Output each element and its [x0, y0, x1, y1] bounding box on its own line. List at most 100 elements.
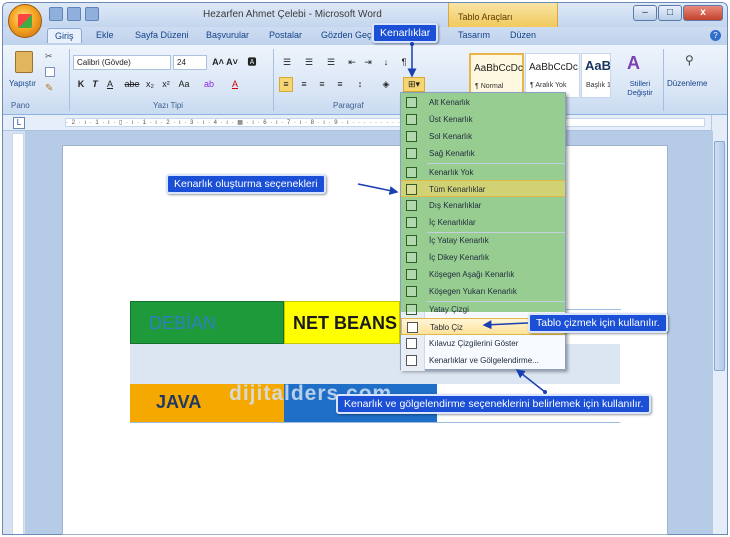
- menu-item-label: Kenarlıklar ve Gölgelendirme...: [429, 356, 539, 365]
- highlight-icon[interactable]: ab: [199, 77, 219, 92]
- underline-button[interactable]: A: [103, 77, 117, 92]
- subscript-button[interactable]: x₂: [143, 77, 157, 92]
- font-name-combo[interactable]: Calibri (Gövde): [73, 55, 171, 70]
- close-button[interactable]: x: [683, 5, 723, 21]
- menu-item-inside-borders[interactable]: İç Kenarlıklar: [401, 214, 565, 231]
- menu-item-label: Kılavuz Çizgilerini Göster: [429, 339, 519, 348]
- style-preview: AaBbCcDc: [474, 63, 523, 74]
- menu-item-all-borders[interactable]: Tüm Kenarlıklar: [401, 180, 565, 197]
- tab-insert[interactable]: Ekle: [96, 30, 114, 40]
- borders-button[interactable]: ⊞▾: [403, 77, 425, 92]
- inside-horizontal-icon: [406, 235, 417, 246]
- editing-button[interactable]: ⚲ Düzenleme: [667, 51, 717, 99]
- increase-indent-icon[interactable]: ⇥: [361, 55, 375, 70]
- align-center-icon[interactable]: ≡: [297, 77, 311, 92]
- menu-item-label: Sağ Kenarlık: [429, 149, 475, 158]
- cut-icon[interactable]: ✂: [45, 51, 55, 61]
- table-cell-debian[interactable]: DEBİAN: [130, 301, 284, 344]
- menu-item-label: Alt Kenarlık: [429, 98, 470, 107]
- inside-vertical-icon: [406, 252, 417, 263]
- office-logo-icon: [18, 14, 32, 28]
- italic-button[interactable]: T: [89, 77, 101, 92]
- tab-review[interactable]: Gözden Geçi: [321, 30, 374, 40]
- tab-selector-icon[interactable]: L: [13, 117, 25, 129]
- top-border-icon: [406, 114, 417, 125]
- menu-item-inside-vertical[interactable]: İç Dikey Kenarlık: [401, 249, 565, 266]
- sort-icon[interactable]: ↓: [379, 55, 393, 70]
- clear-format-icon[interactable]: 🅰: [243, 55, 261, 70]
- office-button[interactable]: [8, 4, 42, 38]
- all-borders-icon: [406, 184, 417, 195]
- style-heading-1[interactable]: AaBbC( Başlık 1: [581, 53, 611, 98]
- tab-mailings[interactable]: Postalar: [269, 30, 302, 40]
- left-border-icon: [406, 131, 417, 142]
- numbering-icon[interactable]: ☰: [301, 55, 317, 70]
- menu-item-top-border[interactable]: Üst Kenarlık: [401, 111, 565, 128]
- window-title: Hezarfen Ahmet Çelebi - Microsoft Word: [203, 9, 382, 20]
- scroll-thumb[interactable]: [714, 141, 725, 371]
- menu-item-label: Tablo Çiz: [430, 323, 463, 332]
- horizontal-line-icon: [406, 304, 417, 315]
- no-border-icon: [406, 167, 417, 178]
- format-painter-icon[interactable]: ✎: [45, 83, 55, 94]
- clipboard-group-label: Pano: [11, 101, 30, 110]
- tab-page-layout[interactable]: Sayfa Düzeni: [135, 30, 189, 40]
- bold-button[interactable]: K: [75, 77, 87, 92]
- menu-item-label: Yatay Çizgi: [429, 305, 469, 314]
- window-controls: – □ x: [633, 5, 723, 21]
- multilevel-list-icon[interactable]: ☰: [323, 55, 339, 70]
- save-icon[interactable]: [49, 7, 63, 21]
- separator: [69, 49, 70, 111]
- bullets-icon[interactable]: ☰: [279, 55, 295, 70]
- table-cell-netbeans[interactable]: NET BEANS: [284, 301, 400, 344]
- paste-label: Yapıştır: [9, 79, 36, 88]
- ribbon: Yapıştır ✂ ✎ Pano Calibri (Gövde) 24 A˄ …: [3, 45, 727, 115]
- cell-text: NET BEANS: [293, 313, 398, 333]
- copy-icon[interactable]: [45, 67, 55, 77]
- tab-references[interactable]: Başvurular: [206, 30, 249, 40]
- document-page[interactable]: DEBİAN NET BEANS JAVA dijitalders.com: [62, 145, 668, 535]
- menu-item-inside-horizontal[interactable]: İç Yatay Kenarlık: [401, 232, 565, 249]
- menu-item-diagonal-up[interactable]: Köşegen Yukarı Kenarlık: [401, 283, 565, 300]
- justify-icon[interactable]: ≡: [333, 77, 347, 92]
- decrease-indent-icon[interactable]: ⇤: [345, 55, 359, 70]
- superscript-button[interactable]: x²: [159, 77, 173, 92]
- menu-item-bottom-border[interactable]: Alt Kenarlık: [401, 94, 565, 111]
- vertical-scrollbar[interactable]: [711, 115, 727, 534]
- change-case-button[interactable]: Aa: [176, 77, 192, 92]
- tab-home[interactable]: Giriş: [47, 28, 82, 43]
- paste-button[interactable]: Yapıştır: [9, 49, 41, 97]
- shading-icon[interactable]: ◈: [377, 77, 395, 92]
- help-icon[interactable]: ?: [710, 30, 721, 41]
- align-left-icon[interactable]: ≡: [279, 77, 293, 92]
- menu-item-borders-and-shading[interactable]: Kenarlıklar ve Gölgelendirme...: [401, 352, 565, 369]
- menu-item-outside-borders[interactable]: Dış Kenarlıklar: [401, 197, 565, 214]
- menu-item-right-border[interactable]: Sağ Kenarlık: [401, 145, 565, 162]
- menu-item-label: Köşegen Yukarı Kenarlık: [429, 287, 517, 296]
- menu-item-left-border[interactable]: Sol Kenarlık: [401, 128, 565, 145]
- font-size-combo[interactable]: 24: [173, 55, 207, 70]
- menu-item-no-border[interactable]: Kenarlık Yok: [401, 164, 565, 181]
- line-spacing-icon[interactable]: ↕: [351, 77, 369, 92]
- callout-borders-shading: Kenarlık ve gölgelendirme seçeneklerini …: [336, 394, 652, 414]
- show-marks-icon[interactable]: ¶: [397, 55, 411, 70]
- menu-item-view-gridlines[interactable]: Kılavuz Çizgilerini Göster: [401, 335, 565, 352]
- minimize-button[interactable]: –: [633, 5, 657, 21]
- outside-borders-icon: [406, 200, 417, 211]
- tab-design[interactable]: Tasarım: [458, 30, 490, 40]
- horizontal-ruler[interactable]: L · 2 · ı · 1 · ı · ▯ · ı · 1 · ı · 2 · …: [3, 115, 727, 131]
- undo-icon[interactable]: [67, 7, 81, 21]
- align-right-icon[interactable]: ≡: [315, 77, 329, 92]
- draw-table-icon: [407, 322, 418, 333]
- editing-label: Düzenleme: [667, 79, 708, 88]
- grow-shrink-font-buttons[interactable]: A˄ A˅: [211, 55, 239, 70]
- inside-borders-icon: [406, 217, 417, 228]
- redo-icon[interactable]: [85, 7, 99, 21]
- maximize-button[interactable]: □: [658, 5, 682, 21]
- menu-item-diagonal-down[interactable]: Köşegen Aşağı Kenarlık: [401, 266, 565, 283]
- tab-layout[interactable]: Düzen: [510, 30, 536, 40]
- vertical-ruler[interactable]: [12, 133, 24, 534]
- change-styles-button[interactable]: A Stilleri Değiştir: [617, 51, 661, 99]
- strikethrough-button[interactable]: abe: [123, 77, 141, 92]
- font-color-icon[interactable]: A: [225, 77, 245, 92]
